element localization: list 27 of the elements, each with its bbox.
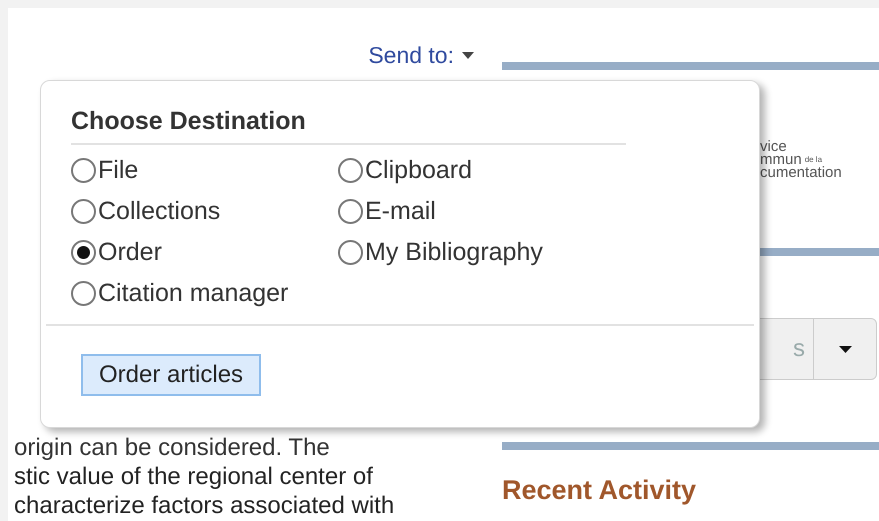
radio-label[interactable]: Order [98, 234, 162, 272]
send-to-link[interactable]: Send to: [368, 44, 454, 67]
radio-button[interactable] [338, 158, 363, 183]
radio-button[interactable] [71, 240, 96, 265]
radio-label[interactable]: E-mail [365, 192, 436, 230]
logo-text: de la [804, 154, 822, 166]
radio-label[interactable]: Clipboard [365, 152, 472, 190]
order-articles-button[interactable]: Order articles [81, 354, 262, 396]
logo-text: vice [760, 140, 788, 153]
radio-button[interactable] [71, 281, 96, 306]
radio-label[interactable]: File [98, 152, 138, 190]
radio-label[interactable]: My Bibliography [365, 234, 543, 272]
logo-text: cumentation [760, 166, 843, 179]
abstract-text: characterize factors associated with [14, 491, 396, 520]
caret-icon [838, 346, 852, 352]
caret-icon [462, 52, 474, 59]
dialog-title: Choose Destination [71, 107, 306, 135]
radio-button[interactable] [338, 199, 363, 224]
radio-label[interactable]: Collections [98, 192, 220, 230]
logo-text: mmun [760, 153, 802, 166]
radio-button[interactable] [338, 240, 363, 265]
radio-label[interactable]: Citation manager [98, 274, 288, 312]
radio-button[interactable] [71, 199, 96, 224]
radio-button[interactable] [71, 158, 96, 183]
section-heading: Recent Activity [502, 474, 698, 507]
abstract-text: origin can be considered. The [14, 433, 331, 462]
abstract-text: stic value of the regional center of [14, 462, 374, 491]
